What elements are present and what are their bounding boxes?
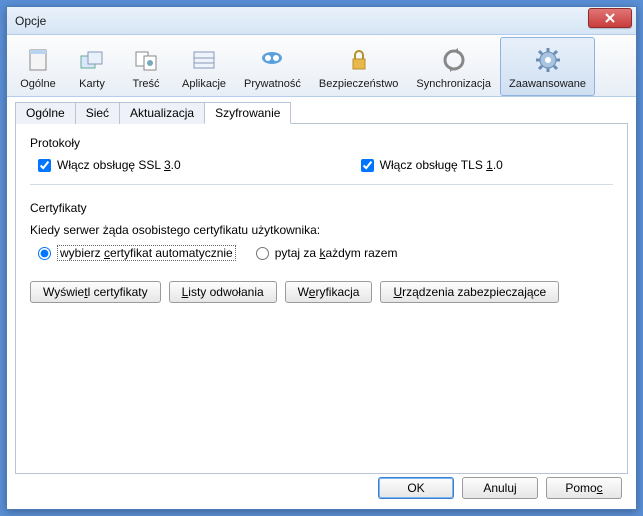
certificates-desc: Kiedy serwer żąda osobistego certyfikatu… xyxy=(30,223,613,237)
toolbar-security-label: Bezpieczeństwo xyxy=(319,78,399,90)
ok-button[interactable]: OK xyxy=(378,477,454,499)
protocols-group: Protokoły Włącz obsługę SSL 3.0 Włącz ob… xyxy=(30,136,613,185)
tabs-icon xyxy=(76,44,108,76)
toolbar-security[interactable]: Bezpieczeństwo xyxy=(310,37,408,96)
cert-auto-input[interactable] xyxy=(38,247,51,260)
security-devices-button[interactable]: Urządzenia zabezpieczające xyxy=(380,281,559,303)
cert-auto-radio[interactable]: wybierz certyfikat automatycznie xyxy=(38,245,236,261)
encryption-panel: Protokoły Włącz obsługę SSL 3.0 Włącz ob… xyxy=(15,124,628,474)
titlebar: Opcje xyxy=(7,7,636,35)
sub-tabs: Ogólne Sieć Aktualizacja Szyfrowanie xyxy=(15,101,628,124)
cert-ask-radio[interactable]: pytaj za każdym razem xyxy=(256,246,398,260)
toolbar-privacy[interactable]: Prywatność xyxy=(235,37,310,96)
ssl3-check-input[interactable] xyxy=(38,159,51,172)
toolbar-general[interactable]: Ogólne xyxy=(11,37,65,96)
subtab-network[interactable]: Sieć xyxy=(75,102,120,124)
close-icon xyxy=(605,13,615,23)
cert-ask-label: pytaj za każdym razem xyxy=(275,246,398,260)
subtab-update[interactable]: Aktualizacja xyxy=(119,102,205,124)
divider xyxy=(30,184,613,185)
toolbar-general-label: Ogólne xyxy=(20,78,55,90)
protocols-title: Protokoły xyxy=(30,136,613,150)
cert-buttons: Wyświetl certyfikaty Listy odwołania Wer… xyxy=(30,281,613,303)
revocation-lists-button[interactable]: Listy odwołania xyxy=(169,281,277,303)
certificates-group: Certyfikaty Kiedy serwer żąda osobistego… xyxy=(30,201,613,303)
toolbar-advanced[interactable]: Zaawansowane xyxy=(500,37,595,96)
toolbar-content[interactable]: Treść xyxy=(119,37,173,96)
subtab-general[interactable]: Ogólne xyxy=(15,102,76,124)
sync-icon xyxy=(438,44,470,76)
main-toolbar: Ogólne Karty Treść Aplikacje Prywatność … xyxy=(7,35,636,97)
toolbar-applications[interactable]: Aplikacje xyxy=(173,37,235,96)
verification-button[interactable]: Weryfikacja xyxy=(285,281,373,303)
dialog-footer: OK Anuluj Pomoc xyxy=(378,477,622,499)
toolbar-privacy-label: Prywatność xyxy=(244,78,301,90)
toolbar-sync-label: Synchronizacja xyxy=(416,78,491,90)
certificates-title: Certyfikaty xyxy=(30,201,613,215)
lock-icon xyxy=(343,44,375,76)
help-button[interactable]: Pomoc xyxy=(546,477,622,499)
toolbar-content-label: Treść xyxy=(132,78,159,90)
cert-auto-label: wybierz certyfikat automatycznie xyxy=(57,245,236,261)
window-title: Opcje xyxy=(15,14,588,28)
toolbar-sync[interactable]: Synchronizacja xyxy=(407,37,500,96)
toolbar-tabs-label: Karty xyxy=(79,78,105,90)
ssl3-label: Włącz obsługę SSL 3.0 xyxy=(57,158,181,172)
tls1-check-input[interactable] xyxy=(361,159,374,172)
gear-icon xyxy=(532,44,564,76)
applications-icon xyxy=(188,44,220,76)
close-button[interactable] xyxy=(588,8,632,28)
toolbar-applications-label: Aplikacje xyxy=(182,78,226,90)
privacy-icon xyxy=(256,44,288,76)
ssl3-checkbox[interactable]: Włącz obsługę SSL 3.0 xyxy=(38,158,181,172)
tls1-label: Włącz obsługę TLS 1.0 xyxy=(380,158,503,172)
options-window: Opcje Ogólne Karty Treść Aplikacje Prywa… xyxy=(6,6,637,510)
toolbar-tabs[interactable]: Karty xyxy=(65,37,119,96)
cert-ask-input[interactable] xyxy=(256,247,269,260)
subtab-encryption[interactable]: Szyfrowanie xyxy=(204,102,291,124)
tls1-checkbox[interactable]: Włącz obsługę TLS 1.0 xyxy=(361,158,503,172)
general-icon xyxy=(22,44,54,76)
content-area: Ogólne Sieć Aktualizacja Szyfrowanie Pro… xyxy=(7,97,636,482)
toolbar-advanced-label: Zaawansowane xyxy=(509,78,586,90)
view-certificates-button[interactable]: Wyświetl certyfikaty xyxy=(30,281,161,303)
content-icon xyxy=(130,44,162,76)
cancel-button[interactable]: Anuluj xyxy=(462,477,538,499)
